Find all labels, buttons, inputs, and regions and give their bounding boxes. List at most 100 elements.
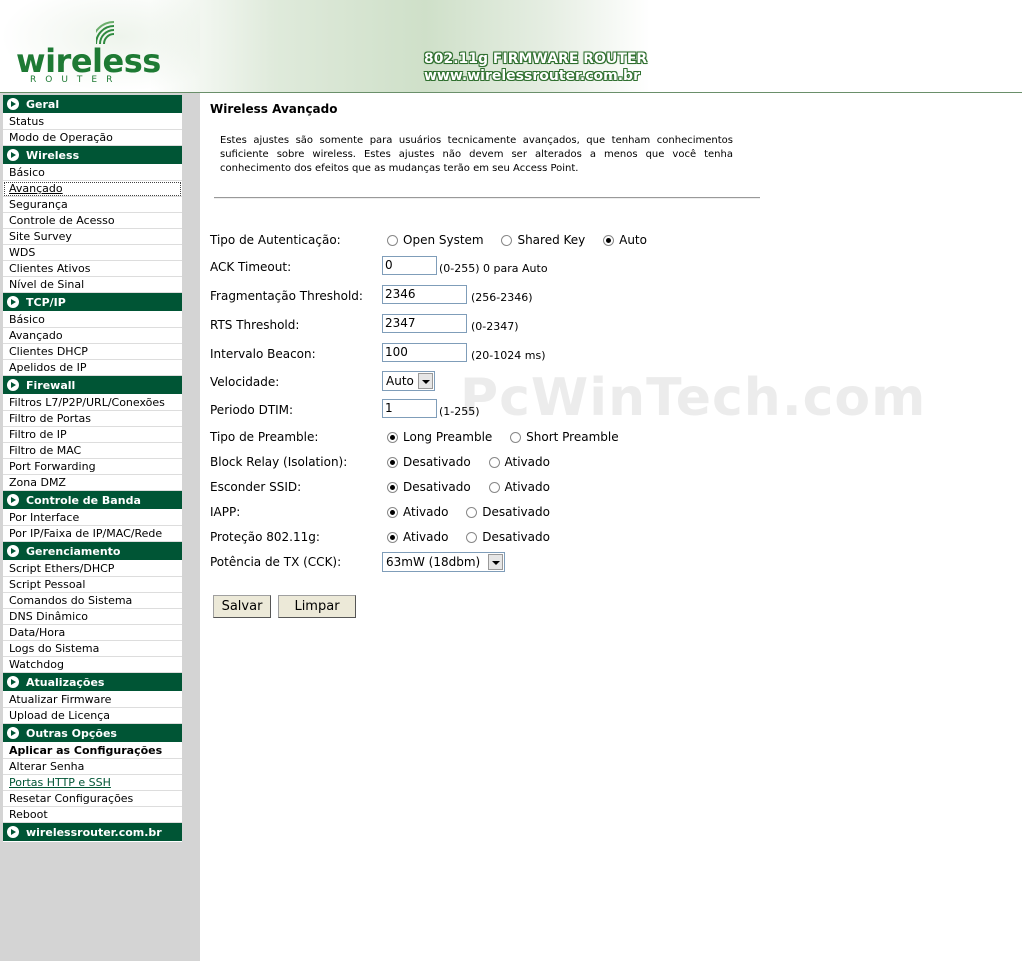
section-tcpip[interactable]: TCP/IP (3, 293, 182, 312)
sidebar-item-clientes-ativos[interactable]: Clientes Ativos (3, 261, 182, 277)
iapp-radio-group: Ativado Desativado (387, 505, 564, 519)
protection-ativado[interactable]: Ativado (387, 530, 448, 544)
sidebar-item-upload-licenca[interactable]: Upload de Licença (3, 708, 182, 724)
radio-iapp-desativado[interactable] (466, 507, 478, 518)
sidebar-item-tcpip-avancado[interactable]: Avançado (3, 328, 182, 344)
chevron-down-icon[interactable] (488, 554, 503, 570)
sidebar-item-por-ip-faixa[interactable]: Por IP/Faixa de IP/MAC/Rede (3, 526, 182, 542)
relay-ativado[interactable]: Ativado (488, 455, 550, 469)
sidebar-item-wds[interactable]: WDS (3, 245, 182, 261)
radio-auto[interactable] (603, 235, 615, 246)
dtim-period-input[interactable]: 1 (382, 399, 437, 418)
section-controle-banda[interactable]: Controle de Banda (3, 491, 182, 510)
sidebar-item-atualizar-firmware[interactable]: Atualizar Firmware (3, 692, 182, 708)
section-outras-opcoes[interactable]: Outras Opções (3, 724, 182, 743)
relay-ativado-label: Ativado (504, 455, 550, 469)
beacon-label: Intervalo Beacon: (210, 347, 316, 361)
arrow-icon (7, 98, 19, 110)
radio-ssid-desativado[interactable] (387, 482, 398, 493)
auth-open-system[interactable]: Open System (387, 233, 484, 247)
sidebar-item-seguranca[interactable]: Segurança (3, 197, 182, 213)
txpower-select[interactable]: 63mW (18dbm) (382, 552, 505, 572)
beacon-interval-input[interactable]: 100 (382, 343, 467, 362)
sidebar-item-comandos-sistema[interactable]: Comandos do Sistema (3, 593, 182, 609)
ssid-desativado[interactable]: Desativado (387, 480, 471, 494)
relay-label: Block Relay (Isolation): (210, 455, 348, 469)
radio-relay-ativado[interactable] (488, 457, 500, 468)
sidebar-item-nivel-sinal[interactable]: Nível de Sinal (3, 277, 182, 293)
section-label: Firewall (26, 379, 76, 392)
rts-threshold-input[interactable]: 2347 (382, 314, 467, 333)
iapp-ativado[interactable]: Ativado (387, 505, 448, 519)
radio-protection-desativado[interactable] (466, 532, 478, 543)
sidebar-item-por-interface[interactable]: Por Interface (3, 510, 182, 526)
section-label: Wireless (26, 149, 80, 162)
auth-shared-key-label: Shared Key (517, 233, 586, 247)
sidebar-item-data-hora[interactable]: Data/Hora (3, 625, 182, 641)
sidebar-item-apelidos-ip[interactable]: Apelidos de IP (3, 360, 182, 376)
sidebar-item-filtro-portas[interactable]: Filtro de Portas (3, 411, 182, 427)
sidebar-menu: Geral Status Modo de Operação Wireless B… (3, 95, 182, 842)
section-wireless[interactable]: Wireless (3, 146, 182, 165)
sidebar-item-site-survey[interactable]: Site Survey (3, 229, 182, 245)
sidebar-item-zona-dmz[interactable]: Zona DMZ (3, 475, 182, 491)
sidebar-item-alterar-senha[interactable]: Alterar Senha (3, 759, 182, 775)
sidebar-item-filtros-l7[interactable]: Filtros L7/P2P/URL/Conexões (3, 395, 182, 411)
section-atualizacoes[interactable]: Atualizações (3, 673, 182, 692)
auth-shared-key[interactable]: Shared Key (501, 233, 585, 247)
auth-auto[interactable]: Auto (603, 233, 647, 247)
sidebar-item-reboot[interactable]: Reboot (3, 807, 182, 823)
sidebar-item-dns-dinamico[interactable]: DNS Dinâmico (3, 609, 182, 625)
preamble-short[interactable]: Short Preamble (510, 430, 619, 444)
sidebar-item-aplicar-config[interactable]: Aplicar as Configurações (3, 743, 182, 759)
sidebar-item-wireless-basico[interactable]: Básico (3, 165, 182, 181)
iapp-desativado[interactable]: Desativado (466, 505, 550, 519)
iapp-label: IAPP: (210, 505, 241, 519)
radio-iapp-ativado[interactable] (387, 507, 398, 518)
ssid-ativado[interactable]: Ativado (488, 480, 550, 494)
sidebar-item-watchdog[interactable]: Watchdog (3, 657, 182, 673)
sidebar-item-resetar-config[interactable]: Resetar Configurações (3, 791, 182, 807)
radio-protection-ativado[interactable] (387, 532, 398, 543)
arrow-icon (7, 149, 19, 161)
relay-desativado[interactable]: Desativado (387, 455, 471, 469)
sidebar-item-portas-http-ssh[interactable]: Portas HTTP e SSH (3, 775, 182, 791)
radio-short-preamble[interactable] (510, 432, 522, 443)
sidebar-item-filtro-mac[interactable]: Filtro de MAC (3, 443, 182, 459)
section-site-link[interactable]: wirelessrouter.com.br (3, 823, 182, 842)
section-geral[interactable]: Geral (3, 95, 182, 114)
sidebar-item-port-forwarding[interactable]: Port Forwarding (3, 459, 182, 475)
clear-button[interactable]: Limpar (278, 595, 356, 618)
ssid-desativado-label: Desativado (403, 480, 471, 494)
section-gerenciamento[interactable]: Gerenciamento (3, 542, 182, 561)
radio-open-system[interactable] (387, 235, 398, 246)
sidebar-item-logs-sistema[interactable]: Logs do Sistema (3, 641, 182, 657)
arrow-icon (7, 494, 19, 506)
sidebar-item-status[interactable]: Status (3, 114, 182, 130)
protection-desativado[interactable]: Desativado (466, 530, 550, 544)
rts-hint: (0-2347) (471, 320, 519, 333)
sidebar-item-controle-acesso[interactable]: Controle de Acesso (3, 213, 182, 229)
sidebar-item-wireless-avancado[interactable]: Avançado (3, 181, 182, 197)
sidebar-item-modo-operacao[interactable]: Modo de Operação (3, 130, 182, 146)
speed-select[interactable]: Auto (382, 371, 435, 391)
protection-ativado-label: Ativado (403, 530, 449, 544)
arrow-icon (7, 727, 19, 739)
frag-threshold-input[interactable]: 2346 (382, 285, 467, 304)
sidebar-item-filtro-ip[interactable]: Filtro de IP (3, 427, 182, 443)
radio-ssid-ativado[interactable] (488, 482, 500, 493)
preamble-long[interactable]: Long Preamble (387, 430, 492, 444)
sidebar-item-script-ethers[interactable]: Script Ethers/DHCP (3, 561, 182, 577)
sidebar-item-tcpip-basico[interactable]: Básico (3, 312, 182, 328)
sidebar-item-script-pessoal[interactable]: Script Pessoal (3, 577, 182, 593)
chevron-down-icon[interactable] (418, 373, 433, 389)
frag-hint: (256-2346) (471, 291, 533, 304)
radio-relay-desativado[interactable] (387, 457, 398, 468)
sidebar-item-clientes-dhcp[interactable]: Clientes DHCP (3, 344, 182, 360)
radio-shared-key[interactable] (501, 235, 513, 246)
ack-timeout-input[interactable]: 0 (382, 256, 437, 275)
save-button[interactable]: Salvar (213, 595, 271, 618)
section-label: wirelessrouter.com.br (26, 826, 162, 839)
section-firewall[interactable]: Firewall (3, 376, 182, 395)
radio-long-preamble[interactable] (387, 432, 398, 443)
